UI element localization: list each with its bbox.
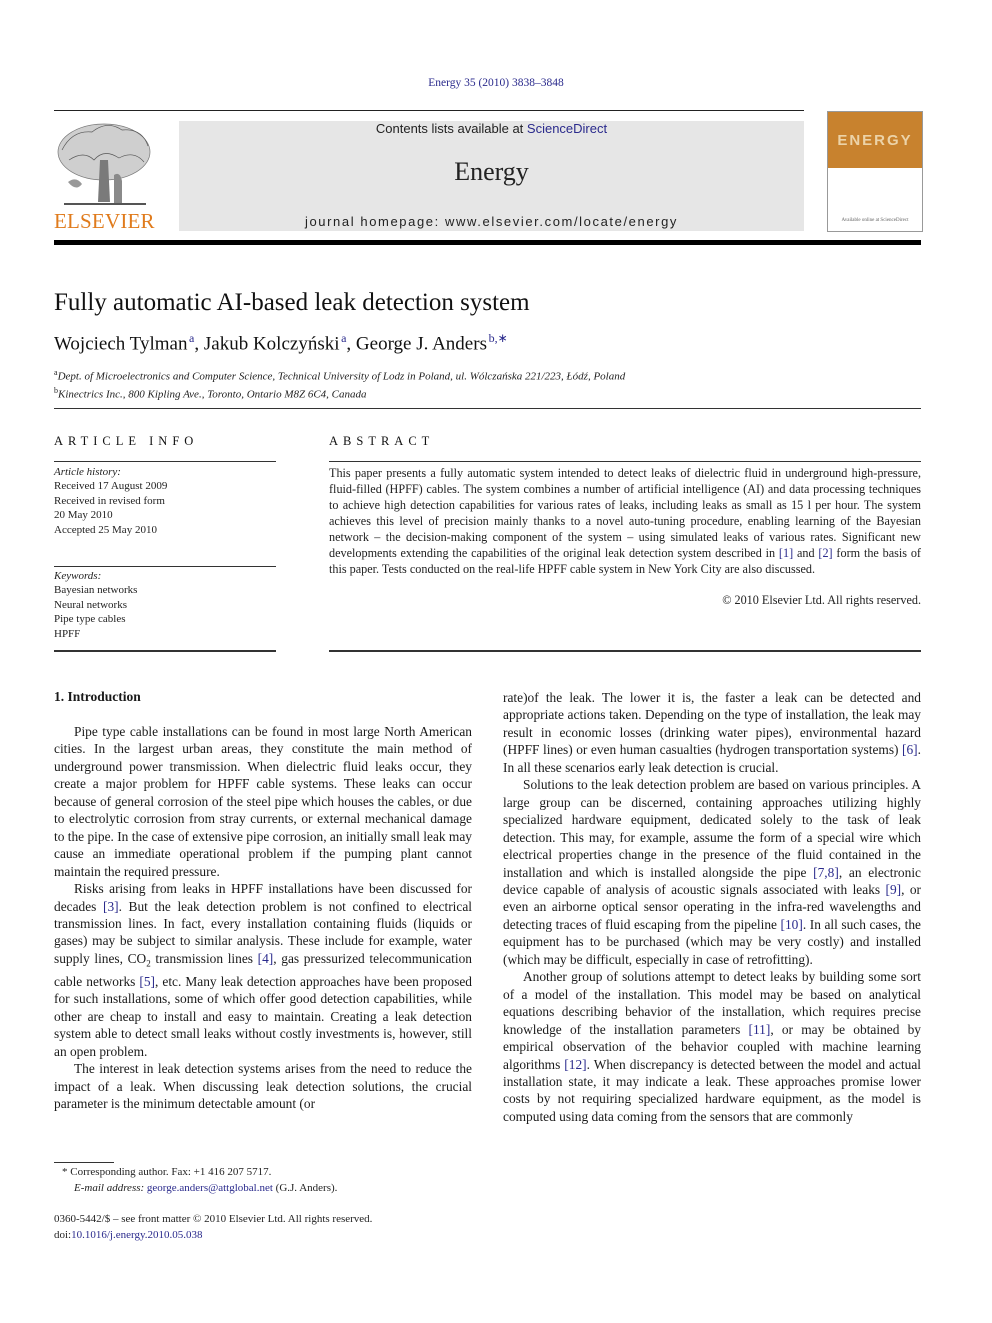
reference-link[interactable]: [10] [781,917,803,932]
elsevier-logo[interactable]: ELSEVIER [54,120,155,234]
elsevier-wordmark: ELSEVIER [54,209,155,233]
keyword-item: Bayesian networks [54,584,138,597]
author-name: Jakub Kolczyński [203,333,340,355]
history-item: 20 May 2010 [54,509,113,522]
front-matter: 0360-5442/$ – see front matter © 2010 El… [54,1211,372,1243]
history-label: Article history: [54,466,121,478]
email-link[interactable]: george.anders@attglobal.net [147,1182,273,1194]
abstract-bottom-rule [329,650,921,652]
text-run: rate)of the leak. The lower it is, the f… [503,690,921,758]
paragraph: The interest in leak detection systems a… [54,1061,472,1112]
footnote-corresponding: * Corresponding author. Fax: +1 416 207 … [62,1164,337,1196]
affiliation-rule [54,408,921,409]
reference-link[interactable]: [1] [779,546,793,560]
doi-label: doi: [54,1229,72,1241]
article-history: Article history: Received 17 August 2009… [54,465,276,537]
affiliation-mark[interactable]: a [341,331,346,345]
footnote-rule [54,1162,114,1163]
paragraph: Another group of solutions attempt to de… [503,968,921,1125]
cover-title: ENERGY [837,132,913,149]
reference-link[interactable]: [9] [885,882,901,897]
body-column-left: Pipe type cable installations can be fou… [54,723,472,1113]
affiliation-item: aDept. of Microelectronics and Computer … [54,366,625,384]
paragraph: Pipe type cable installations can be fou… [54,724,472,879]
affiliation-item: bKinectrics Inc., 800 Kipling Ave., Toro… [54,384,625,402]
reference-link[interactable]: [4] [258,951,274,966]
paragraph: Risks arising from leaks in HPFF install… [54,880,472,1060]
section-heading-introduction: 1. Introduction [54,689,141,704]
paragraph: rate)of the leak. The lower it is, the f… [503,689,921,776]
author-name: Wojciech Tylman [54,333,188,355]
sciencedirect-link[interactable]: ScienceDirect [527,121,607,136]
reference-link[interactable]: [7,8] [813,865,839,880]
journal-homepage[interactable]: journal homepage: www.elsevier.com/locat… [179,214,804,229]
abstract-heading: ABSTRACT [329,434,435,448]
email-line: E-mail address: george.anders@attglobal.… [62,1180,337,1196]
paragraph: Solutions to the leak detection problem … [503,776,921,968]
affiliation-mark[interactable]: a [189,331,194,345]
body-column-right: rate)of the leak. The lower it is, the f… [503,689,921,1125]
reference-link[interactable]: [12] [564,1057,586,1072]
reference-link[interactable]: [6] [902,742,918,757]
article-title: Fully automatic AI-based leak detection … [54,289,530,316]
text-run: transmission lines [150,950,258,966]
doi-line: doi:10.1016/j.energy.2010.05.038 [54,1227,372,1243]
abstract-rule [329,461,921,462]
article-info-heading: ARTICLE INFO [54,434,199,448]
email-suffix: (G.J. Anders). [272,1182,338,1194]
keywords: Keywords: Bayesian networks Neural netwo… [54,569,276,641]
journal-cover-thumbnail[interactable]: ENERGY Available online at ScienceDirect [827,111,923,232]
author-name: George J. Anders [355,333,487,355]
abstract-text: This paper presents a fully automatic sy… [329,465,921,577]
elsevier-tree-icon [57,123,151,205]
email-label: E-mail address: [74,1182,147,1194]
contents-prefix: Contents lists available at [375,121,527,136]
journal-banner: Contents lists available at ScienceDirec… [179,121,804,231]
contents-line: Contents lists available at ScienceDirec… [179,121,804,136]
reference-link[interactable]: [2] [818,546,832,560]
journal-citation-link[interactable]: Energy 35 (2010) 3838–3848 [0,77,992,89]
article-info-rule [54,461,276,462]
reference-link[interactable]: [3] [103,899,119,914]
keywords-label: Keywords: [54,570,102,582]
article-info-bottom-rule [54,650,276,652]
header-thick-rule [54,240,921,245]
corresponding-author-note: * Corresponding author. Fax: +1 416 207 … [62,1166,272,1178]
author-list: Wojciech Tylman a, Jakub Kolczyński a, G… [54,331,508,355]
affiliation-text: Dept. of Microelectronics and Computer S… [57,370,626,383]
abstract-part: and [793,546,819,560]
keyword-item: HPFF [54,627,81,640]
affiliation-text: Kinectrics Inc., 800 Kipling Ave., Toron… [58,388,367,401]
keyword-item: Neural networks [54,598,128,611]
reference-link[interactable]: [5] [139,974,155,989]
affiliations: aDept. of Microelectronics and Computer … [54,366,625,401]
history-item: Received 17 August 2009 [54,480,168,493]
history-item: Received in revised form [54,494,165,507]
affiliation-mark[interactable]: b,∗ [489,331,508,345]
front-matter-text: 0360-5442/$ – see front matter © 2010 El… [54,1213,373,1225]
cover-footer: Available online at ScienceDirect [841,218,909,223]
journal-name: Energy [454,157,529,186]
reference-link[interactable]: [11] [749,1022,771,1037]
doi-link[interactable]: 10.1016/j.energy.2010.05.038 [71,1229,202,1241]
header-rule [54,110,804,111]
abstract-copyright: © 2010 Elsevier Ltd. All rights reserved… [722,593,921,607]
history-item: Accepted 25 May 2010 [54,523,157,536]
keywords-rule [54,566,276,567]
keyword-item: Pipe type cables [54,613,126,626]
